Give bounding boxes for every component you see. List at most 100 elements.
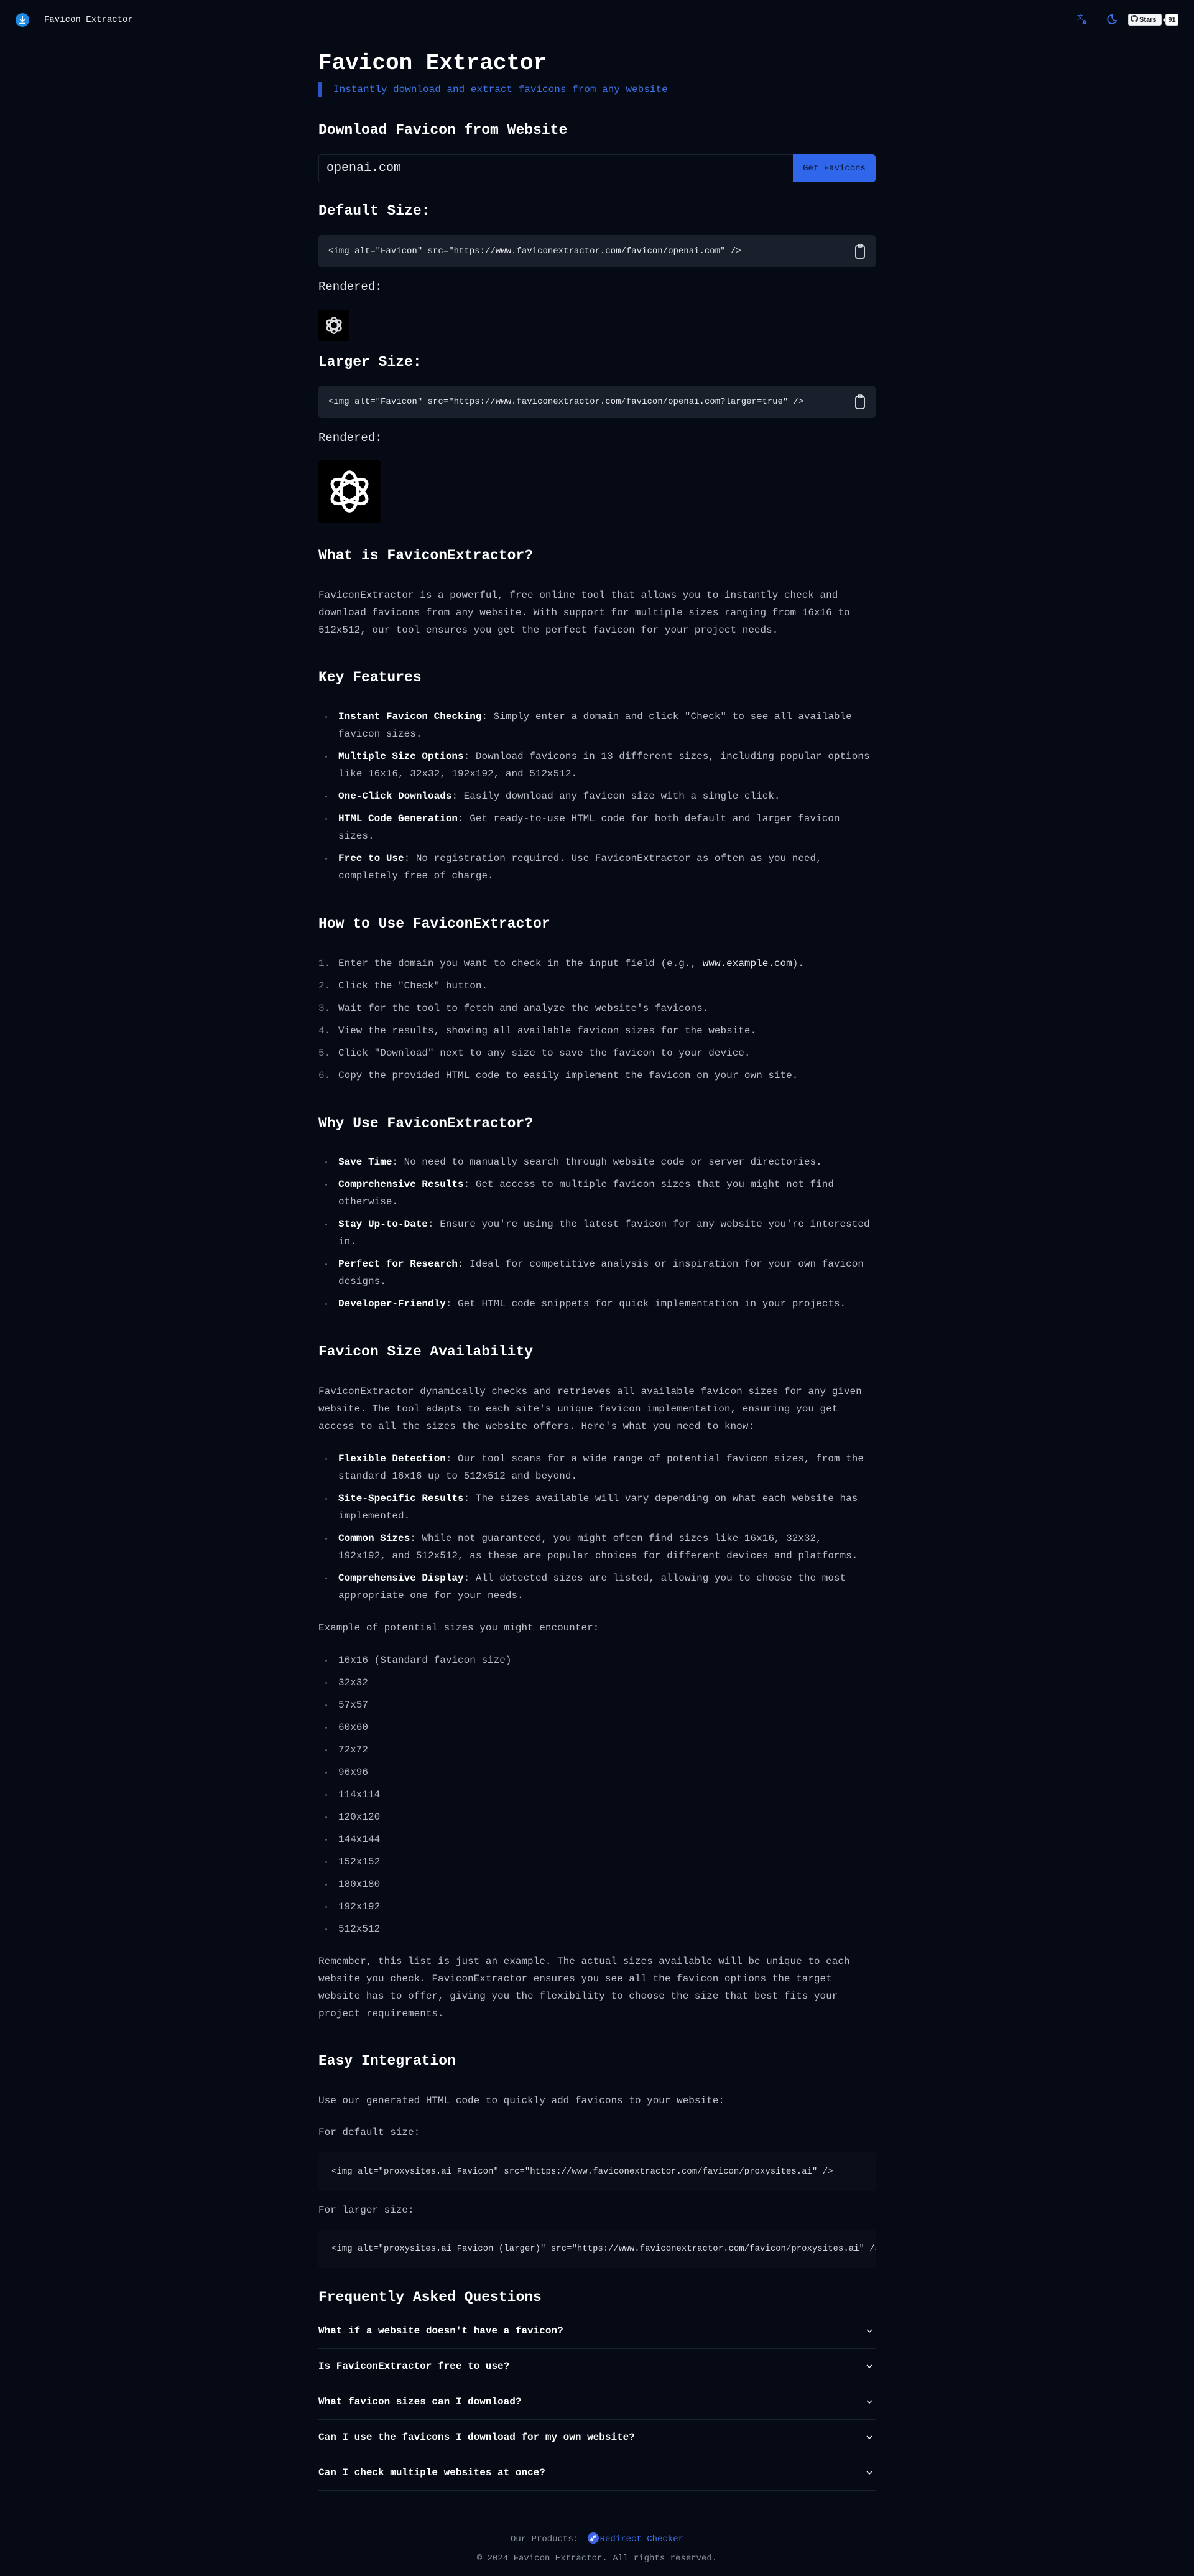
availability-outro: Remember, this list is just an example. … xyxy=(318,1956,850,2019)
chevron-down-icon xyxy=(866,2435,872,2439)
faq-question: Is FaviconExtractor free to use? xyxy=(318,2361,510,2372)
how-to-heading: How to Use FaviconExtractor xyxy=(318,916,550,932)
default-size-label: For default size: xyxy=(318,2127,420,2138)
faq-item[interactable]: Can I use the favicons I download for my… xyxy=(318,2420,876,2455)
list-item: One-Click Downloads: Easily download any… xyxy=(318,788,876,805)
size-item: 192x192 xyxy=(318,1898,876,1915)
size-item: 16x16 (Standard favicon size) xyxy=(318,1652,876,1669)
list-item: 5. Click "Download" next to any size to s… xyxy=(318,1048,751,1059)
size-item: 96x96 xyxy=(318,1764,876,1781)
larger-size-heading: Larger Size: xyxy=(318,354,422,370)
what-is-text: FaviconExtractor is a powerful, free onl… xyxy=(318,590,850,636)
domain-input[interactable] xyxy=(318,154,801,182)
example-intro: Example of potential sizes you might enc… xyxy=(318,1622,599,1634)
list-item: 6. Copy the provided HTML code to easily … xyxy=(318,1070,798,1081)
logo-download-icon[interactable] xyxy=(16,13,29,27)
step-text: Click the "Check" button. xyxy=(338,980,488,992)
size-item: 32x32 xyxy=(318,1674,876,1691)
list-item: Save Time: No need to manually search th… xyxy=(318,1153,876,1171)
default-size-heading: Default Size: xyxy=(318,203,430,219)
item-text: : Get HTML code snippets for quick imple… xyxy=(445,1298,846,1309)
larger-code-box: <img alt="Favicon" src="https://www.favi… xyxy=(318,386,876,418)
size-item: 512x512 xyxy=(318,1920,876,1938)
integration-heading: Easy Integration xyxy=(318,2053,456,2069)
larger-integration-code: <img alt="proxysites.ai Favicon (larger)… xyxy=(318,2230,876,2268)
item-text: : No registration required. Use FaviconE… xyxy=(338,853,822,881)
clipboard-icon[interactable] xyxy=(854,243,866,259)
openai-favicon-small xyxy=(318,310,349,341)
list-item: 3. Wait for the tool to fetch and analyze… xyxy=(318,1003,709,1014)
faq-item[interactable]: What favicon sizes can I download? xyxy=(318,2384,876,2420)
faq-heading: Frequently Asked Questions xyxy=(318,2289,542,2305)
default-code-box: <img alt="Favicon" src="https://www.favi… xyxy=(318,235,876,267)
faq-question: Can I use the favicons I download for my… xyxy=(318,2432,635,2443)
integration-intro: Use our generated HTML code to quickly a… xyxy=(318,2095,724,2106)
size-item: 60x60 xyxy=(318,1719,876,1736)
chevron-down-icon xyxy=(866,2329,872,2333)
rendered-label: Rendered: xyxy=(318,431,382,445)
moon-icon[interactable] xyxy=(1105,13,1118,26)
github-stars-label: Stars xyxy=(1139,16,1157,24)
features-list: Instant Favicon Checking: Simply enter a… xyxy=(318,708,876,890)
chevron-down-icon xyxy=(866,2471,872,2475)
item-label: Site-Specific Results xyxy=(338,1493,464,1504)
example-link[interactable]: www.example.com xyxy=(703,958,792,969)
item-label: Multiple Size Options xyxy=(338,751,464,762)
size-item: 180x180 xyxy=(318,1876,876,1893)
list-item: Comprehensive Display: All detected size… xyxy=(318,1569,876,1604)
faq-item[interactable]: Is FaviconExtractor free to use? xyxy=(318,2349,876,2384)
step-text: Enter the domain you want to check in th… xyxy=(338,958,703,969)
availability-heading: Favicon Size Availability xyxy=(318,1344,534,1360)
redirect-checker-link[interactable]: Redirect Checker xyxy=(600,2534,683,2544)
item-label: Comprehensive Results xyxy=(338,1179,464,1190)
github-stars-count[interactable]: 91 xyxy=(1163,14,1178,26)
github-icon xyxy=(1130,14,1139,24)
list-item: 1. Enter the domain you want to check in … xyxy=(318,958,804,969)
default-integration-code: <img alt="proxysites.ai Favicon" src="ht… xyxy=(318,2152,876,2191)
item-label: Perfect for Research xyxy=(338,1258,458,1270)
item-label: Developer-Friendly xyxy=(338,1298,446,1309)
default-code-text: <img alt="Favicon" src="https://www.favi… xyxy=(328,246,741,256)
faq-question: What favicon sizes can I download? xyxy=(318,2396,522,2407)
list-item: HTML Code Generation: Get ready-to-use H… xyxy=(318,810,876,845)
list-item: Flexible Detection: Our tool scans for a… xyxy=(318,1450,876,1485)
link-icon xyxy=(587,2532,599,2544)
svg-text:A: A xyxy=(1082,19,1087,26)
faq-item[interactable]: What if a website doesn't have a favicon… xyxy=(318,2313,876,2349)
clipboard-icon[interactable] xyxy=(854,394,866,410)
item-label: Free to Use xyxy=(338,853,404,864)
item-label: Save Time xyxy=(338,1156,392,1168)
list-item: Developer-Friendly: Get HTML code snippe… xyxy=(318,1295,876,1313)
item-label: HTML Code Generation xyxy=(338,813,458,824)
page-subtitle: Instantly download and extract favicons … xyxy=(333,84,668,95)
size-item: 57x57 xyxy=(318,1696,876,1714)
sizes-list: 16x16 (Standard favicon size) 32x32 57x5… xyxy=(318,1652,876,1943)
list-item: Site-Specific Results: The sizes availab… xyxy=(318,1490,876,1525)
list-item: Comprehensive Results: Get access to mul… xyxy=(318,1176,876,1211)
size-item: 114x114 xyxy=(318,1786,876,1803)
faq-item[interactable]: Can I check multiple websites at once? xyxy=(318,2455,876,2491)
products-label: Our Products: xyxy=(510,2534,579,2544)
list-item: Instant Favicon Checking: Simply enter a… xyxy=(318,708,876,743)
step-text: Copy the provided HTML code to easily im… xyxy=(338,1070,798,1081)
brand-name[interactable]: Favicon Extractor xyxy=(44,14,133,26)
faq-question: What if a website doesn't have a favicon… xyxy=(318,2325,563,2337)
footer-products: Our Products: Redirect Checker xyxy=(0,2532,1194,2546)
size-item: 144x144 xyxy=(318,1831,876,1848)
rendered-label: Rendered: xyxy=(318,280,382,294)
why-list: Save Time: No need to manually search th… xyxy=(318,1153,876,1318)
download-heading: Download Favicon from Website xyxy=(318,122,568,138)
list-item: 4. View the results, showing all availabl… xyxy=(318,1025,757,1036)
get-favicons-button[interactable]: Get Favicons xyxy=(793,154,876,182)
translate-icon[interactable]: 文A xyxy=(1076,13,1089,26)
item-label: One-Click Downloads xyxy=(338,791,452,802)
item-label: Flexible Detection xyxy=(338,1453,446,1464)
copyright: © 2024 Favicon Extractor. All rights res… xyxy=(476,2554,718,2564)
step-text: View the results, showing all available … xyxy=(338,1025,757,1036)
step-text: Wait for the tool to fetch and analyze t… xyxy=(338,1003,709,1014)
steps-list: 1. Enter the domain you want to check in … xyxy=(318,955,876,1089)
item-text: : Easily download any favicon size with … xyxy=(451,791,780,802)
step-text: Click "Download" next to any size to sav… xyxy=(338,1048,751,1059)
larger-code-text: <img alt="Favicon" src="https://www.favi… xyxy=(328,397,804,407)
github-stars-button[interactable]: Stars xyxy=(1128,14,1162,26)
